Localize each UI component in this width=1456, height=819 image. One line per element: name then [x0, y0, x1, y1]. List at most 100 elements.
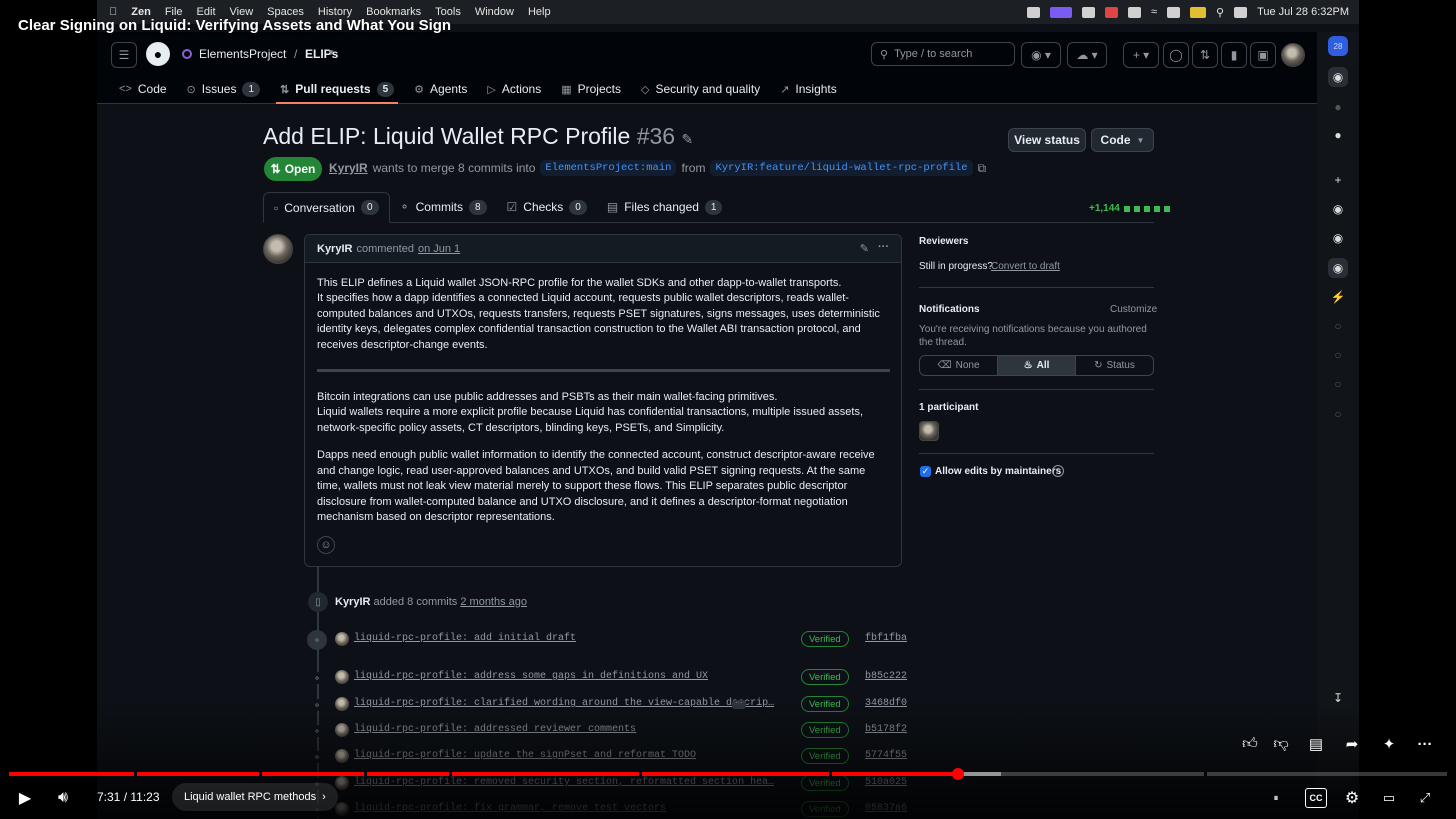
author-avatar[interactable] — [263, 234, 293, 264]
thumbs-up-icon[interactable]: 👍︎ — [1239, 733, 1261, 755]
view-status-button[interactable]: View status — [1008, 128, 1086, 152]
commit-author-avatar[interactable] — [335, 632, 349, 646]
copilot-button[interactable]: ◉ ▾ — [1021, 42, 1061, 68]
keyboard-icon[interactable] — [1167, 6, 1181, 18]
commit-sha[interactable]: fbf1fba — [865, 633, 907, 644]
cast-icon[interactable]: ▭ — [1378, 787, 1400, 809]
create-new-button[interactable]: + ▾ — [1123, 42, 1159, 68]
notify-status-button[interactable]: ↻ Status — [1076, 356, 1153, 375]
loading-icon[interactable]: ○ — [1328, 316, 1348, 336]
tab-checks[interactable]: ☑ Checks 0 — [497, 192, 597, 222]
chapter-button[interactable]: Liquid wallet RPC methods › — [172, 783, 338, 811]
share-icon[interactable]: ➦ — [1341, 733, 1363, 755]
comment-icon[interactable]: ▤ — [1305, 733, 1327, 755]
notify-none-button[interactable]: ⌫ None — [920, 356, 998, 375]
github-icon[interactable]: ◉ — [1328, 258, 1348, 278]
loading-icon[interactable]: ○ — [1328, 345, 1348, 365]
commit-author-avatar[interactable] — [335, 670, 349, 684]
code-dropdown-button[interactable]: Code ▼ — [1091, 128, 1154, 152]
search-icon[interactable]: ⚲ — [1216, 6, 1224, 19]
commit-message[interactable]: liquid-rpc-profile: add initial draft — [354, 633, 576, 644]
customize-link[interactable]: Customize — [1110, 304, 1157, 315]
tab-projects[interactable]: ▦ Projects — [551, 74, 631, 104]
autoplay-toggle-icon[interactable]: ⏸ — [1266, 788, 1286, 808]
menu-hamburger-icon[interactable]: ☰ — [111, 42, 137, 68]
tab-security[interactable]: ◇ Security and quality — [631, 74, 770, 104]
github-icon[interactable]: ◉ — [1328, 199, 1348, 219]
verified-badge[interactable]: Verified — [801, 669, 849, 685]
calendar-icon[interactable]: 28 — [1328, 36, 1348, 56]
tab-files-changed[interactable]: ▤ Files changed 1 — [597, 192, 733, 222]
copilot-cloud-button[interactable]: ☁ ▾ — [1067, 42, 1107, 68]
tab-code[interactable]: <> Code — [97, 74, 177, 104]
tab-actions[interactable]: ▷ Actions — [477, 74, 551, 104]
captions-icon[interactable]: CC — [1305, 788, 1327, 808]
event-time[interactable]: 2 months ago — [460, 596, 527, 608]
edit-pencil-icon[interactable]: ✎ — [681, 131, 693, 147]
verified-badge[interactable]: Verified — [801, 631, 849, 647]
gear-icon[interactable]: ⚙ — [1341, 787, 1363, 809]
tab-pull-requests[interactable]: ⇅ Pull requests 5 — [270, 74, 404, 104]
comment-date[interactable]: on Jun 1 — [418, 243, 460, 255]
chevron-down-icon[interactable]: ▼ — [327, 48, 335, 57]
pull-requests-icon[interactable]: ⇅ — [1192, 42, 1218, 68]
issues-icon[interactable]: ◯ — [1163, 42, 1189, 68]
event-author[interactable]: KyryIR — [335, 596, 370, 608]
notify-all-button[interactable]: ♨ All — [998, 356, 1076, 375]
tab-insights[interactable]: ↗ Insights — [770, 74, 847, 104]
fullscreen-exit-icon[interactable]: ⤢ — [1414, 787, 1436, 809]
control-center-icon[interactable] — [1234, 6, 1248, 18]
comment-author[interactable]: KyryIR — [317, 243, 352, 255]
loading-icon[interactable]: ○ — [1328, 404, 1348, 424]
participant-avatar[interactable] — [919, 421, 939, 441]
sparkle-icon[interactable]: ✦ — [1378, 733, 1400, 755]
tab-commits[interactable]: ⚬ Commits 8 — [390, 192, 497, 222]
bolt-icon[interactable]: ⚡ — [1328, 287, 1348, 307]
thumbs-down-icon[interactable]: 👎︎ — [1270, 733, 1292, 755]
tab-conversation[interactable]: ▫ Conversation 0 — [263, 192, 390, 223]
commit-message[interactable]: liquid-rpc-profile: address some gaps in… — [354, 671, 708, 682]
tray-record-icon[interactable] — [1104, 6, 1118, 18]
tab-agents[interactable]: ⚙ Agents — [404, 74, 477, 104]
video-title[interactable]: Clear Signing on Liquid: Verifying Asset… — [18, 17, 451, 34]
more-icon[interactable]: ··· — [1414, 733, 1436, 755]
menu-window[interactable]: Window — [475, 6, 514, 18]
search-input[interactable]: ⚲ Type / to search — [871, 42, 1015, 66]
base-branch[interactable]: ElementsProject:main — [540, 160, 677, 176]
convert-to-draft-link[interactable]: Convert to draft — [991, 261, 1060, 272]
wifi-icon[interactable]: ≈ — [1151, 6, 1157, 18]
repo-owner-link[interactable]: ElementsProject — [199, 47, 286, 61]
scrubber-knob[interactable] — [952, 768, 965, 780]
head-branch[interactable]: KyryIR:feature/liquid-wallet-rpc-profile — [710, 160, 973, 176]
comment-action: commented — [356, 242, 414, 255]
new-tab-icon[interactable]: + — [1328, 170, 1348, 190]
author-link[interactable]: KyryIR — [329, 161, 368, 175]
github-icon[interactable]: ◉ — [1328, 67, 1348, 87]
tab-dot-icon[interactable]: ● — [1328, 97, 1348, 117]
help-icon[interactable]: ? — [1052, 465, 1064, 477]
play-icon[interactable]: ▶ — [14, 787, 36, 809]
github-logo-icon[interactable]: ● — [146, 42, 170, 66]
repositories-icon[interactable]: ▮ — [1221, 42, 1247, 68]
bulb-icon[interactable]: ● — [1328, 125, 1348, 145]
volume-icon[interactable]: 🔊︎ — [52, 787, 74, 809]
inbox-icon[interactable]: ▣ — [1250, 42, 1276, 68]
tab-issues[interactable]: ⊙ Issues 1 — [177, 74, 270, 104]
progress-bar[interactable] — [9, 768, 1447, 780]
commit-sha[interactable]: b85c222 — [865, 671, 907, 682]
tray-screen-icon[interactable] — [1049, 6, 1072, 18]
more-options-icon[interactable]: ··· — [878, 241, 889, 253]
user-avatar[interactable] — [1281, 43, 1305, 67]
tray-icon[interactable] — [1026, 6, 1040, 18]
allow-edits-checkbox[interactable]: ✓ — [920, 466, 931, 477]
tray-icon[interactable] — [1127, 6, 1141, 18]
edit-pencil-icon[interactable]: ✎ — [860, 242, 869, 255]
loading-icon[interactable]: ○ — [1328, 374, 1348, 394]
battery-icon[interactable] — [1190, 6, 1207, 18]
chapter-marker — [364, 772, 367, 776]
github-icon[interactable]: ◉ — [1328, 228, 1348, 248]
menu-help[interactable]: Help — [528, 6, 551, 18]
tray-icon[interactable] — [1081, 6, 1095, 18]
reaction-smiley-icon[interactable]: ☺ — [317, 536, 335, 554]
copy-icon[interactable]: ⧉ — [978, 161, 987, 176]
